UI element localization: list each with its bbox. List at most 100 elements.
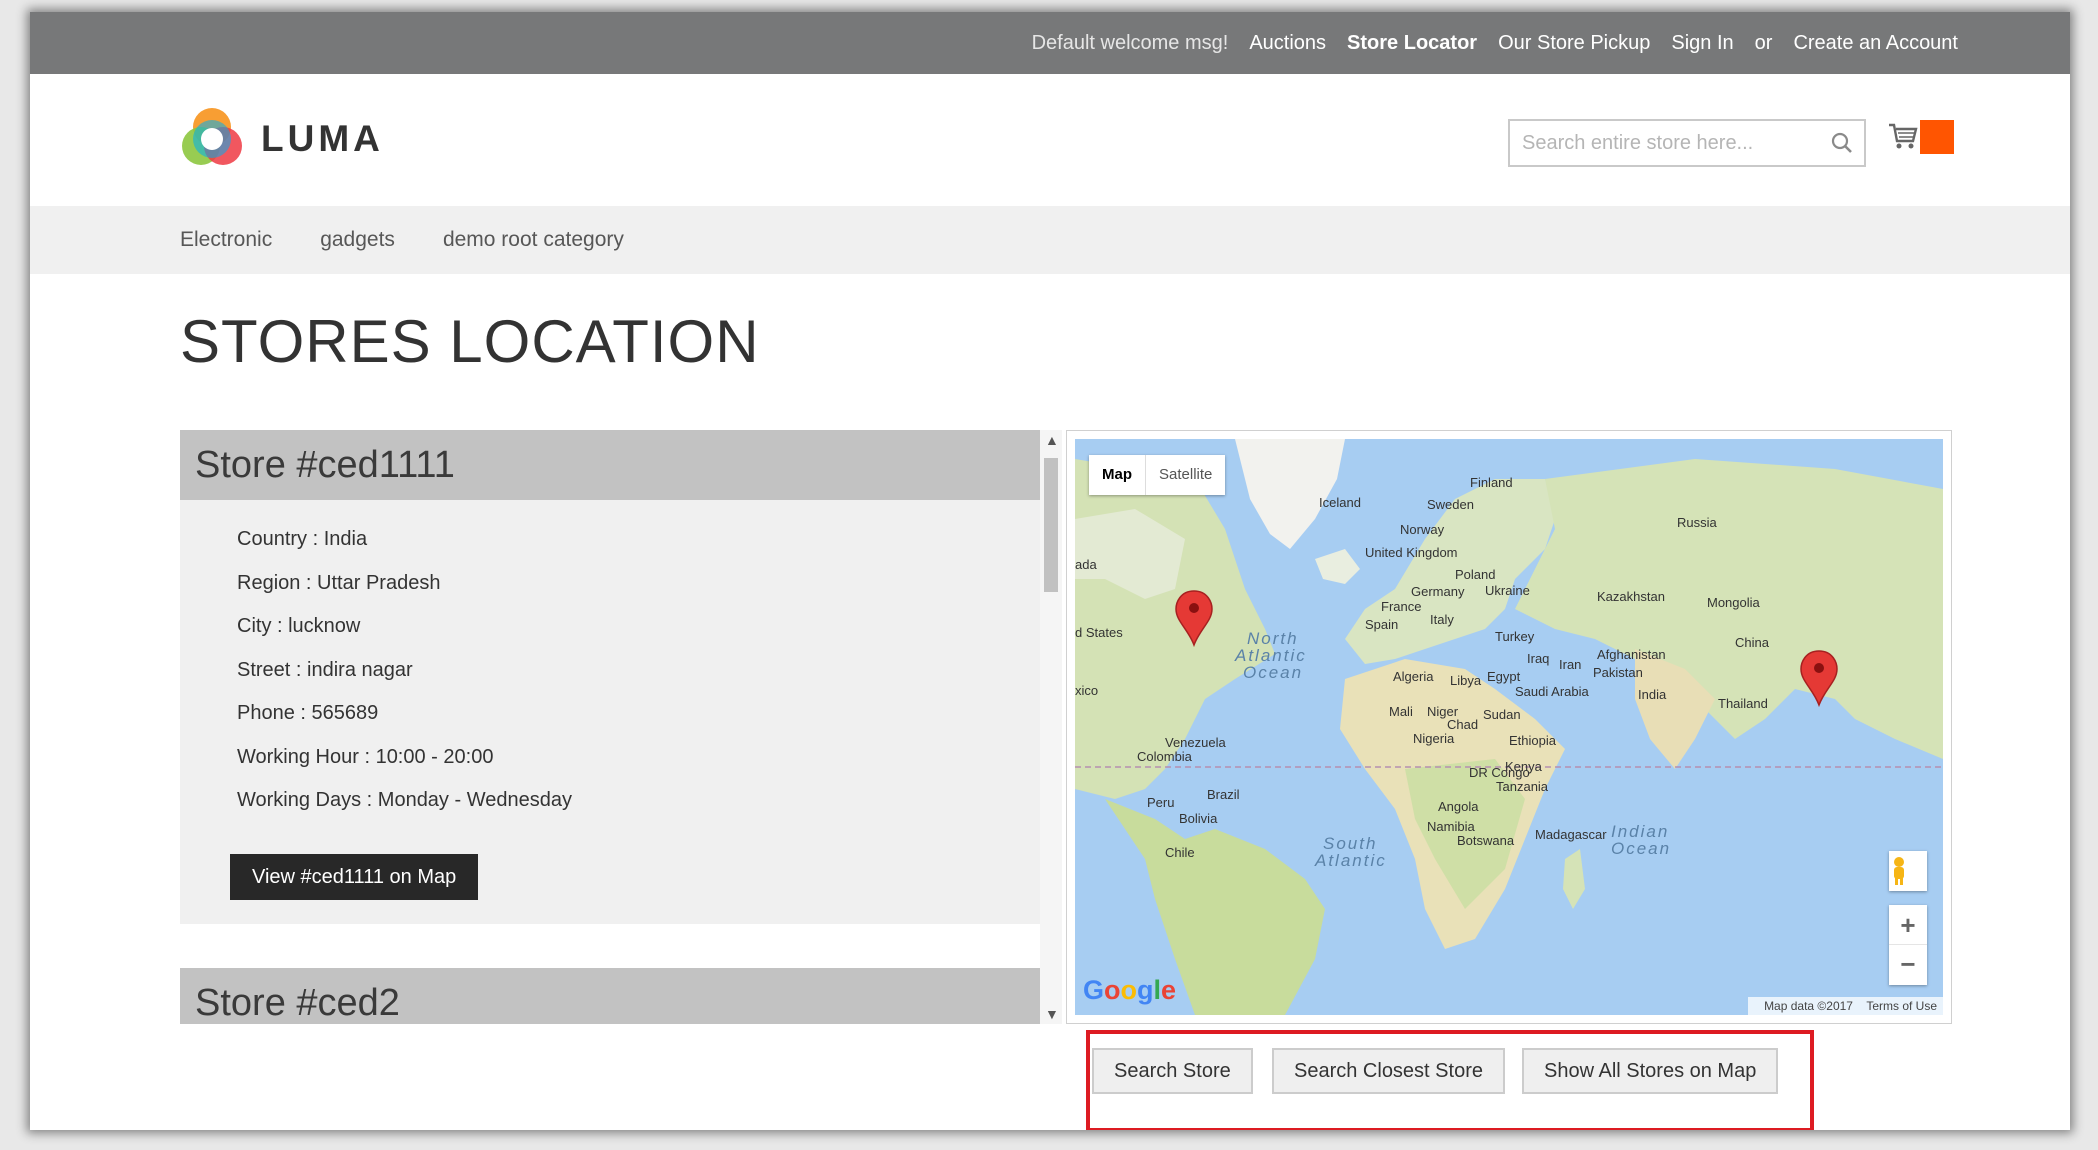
nav-item-gadgets[interactable]: gadgets [320,228,395,252]
nav-item-demo-root-category[interactable]: demo root category [443,228,624,252]
luma-logo-icon [182,108,242,165]
scroll-up-icon[interactable]: ▲ [1045,432,1059,448]
store-working-hour: Working Hour : 10:00 - 20:00 [237,745,494,768]
store-title: Store #ced2 [180,968,1040,1024]
google-map[interactable]: Finland Sweden Iceland Norway Russia Uni… [1075,439,1943,1015]
map-attribution: Map data ©2017 Terms of Use [1748,997,1943,1015]
map-label: Finland [1470,475,1513,490]
map-label: Iraq [1527,651,1549,666]
auctions-link[interactable]: Auctions [1249,32,1326,55]
zoom-control: + − [1889,905,1927,985]
map-label: Afghanistan [1597,647,1666,662]
map-label: Egypt [1487,669,1521,684]
map-label: Colombia [1137,749,1193,764]
search-closest-store-button[interactable]: Search Closest Store [1272,1048,1505,1094]
store-country: Country : India [237,528,368,550]
zoom-in-icon[interactable]: + [1889,905,1927,945]
store-title: Store #ced1111 [180,430,1040,500]
store-pickup-link[interactable]: Our Store Pickup [1498,32,1650,55]
store-list-scrollbar[interactable]: ▲ ▼ [1040,430,1062,1024]
google-logo[interactable]: Google [1083,975,1176,1006]
map-label: Chad [1447,717,1478,732]
cart-counter-badge[interactable] [1920,120,1954,154]
luma-logo[interactable]: LUMA [181,107,384,171]
map-label: Ethiopia [1509,733,1557,748]
map-label: Ukraine [1485,583,1530,598]
logo-text: LUMA [261,118,384,159]
map-ocean-label: Ocean [1243,663,1303,682]
top-links-bar: Default welcome msg! Auctions Store Loca… [30,12,2070,74]
map-label: Norway [1400,522,1445,537]
sign-in-link[interactable]: Sign In [1671,32,1733,55]
map-label: Sweden [1427,497,1474,512]
map-label: China [1735,635,1770,650]
map-label: Spain [1365,617,1398,632]
map-label: Turkey [1495,629,1535,644]
store-street: Street : indira nagar [237,658,413,681]
scroll-down-icon[interactable]: ▼ [1045,1006,1059,1022]
map-label: Thailand [1718,696,1768,711]
street-view-pegman-icon[interactable] [1889,851,1927,891]
map-type-satellite-button[interactable]: Satellite [1146,455,1225,495]
world-map-graphic: Finland Sweden Iceland Norway Russia Uni… [1075,439,1943,1015]
search-icon[interactable] [1830,131,1854,160]
scrollbar-thumb[interactable] [1044,458,1058,592]
store-locator-link[interactable]: Store Locator [1347,32,1477,55]
map-label: India [1638,687,1667,702]
map-label: Mongolia [1707,595,1761,610]
map-label: Peru [1147,795,1174,810]
terms-of-use-link[interactable]: Terms of Use [1866,999,1937,1013]
store-city: City : lucknow [237,615,361,637]
store-details: Country : India Region : Uttar Pradesh C… [180,500,1040,924]
cart-icon[interactable] [1887,120,1919,157]
map-ocean-label: Ocean [1611,839,1671,858]
map-type-control: Map Satellite [1089,455,1226,495]
map-label: Namibia [1427,819,1475,834]
map-label: Madagascar [1535,827,1607,842]
map-ocean-label: Atlantic [1314,851,1387,870]
map-label: ada [1075,557,1097,572]
map-label: Iran [1559,657,1581,672]
page-title: STORES LOCATION [180,308,760,375]
map-label: Saudi Arabia [1515,684,1589,699]
map-label: Brazil [1207,787,1240,802]
create-account-link[interactable]: Create an Account [1793,32,1958,55]
map-label: United Kingdom [1365,545,1458,560]
map-label: Kenya [1505,759,1543,774]
store-phone: Phone : 565689 [237,702,379,724]
map-label: Venezuela [1165,735,1226,750]
map-label: d States [1075,625,1123,640]
site-header: LUMA [30,74,2070,206]
map-label: Iceland [1319,495,1361,510]
map-label: Libya [1450,673,1482,688]
search-box[interactable] [1508,119,1866,167]
view-store-on-map-button[interactable]: View #ced1111 on Map [230,854,479,900]
map-label: Nigeria [1413,731,1455,746]
map-type-map-button[interactable]: Map [1089,455,1146,495]
map-label: France [1381,599,1421,614]
zoom-out-icon[interactable]: − [1889,945,1927,985]
map-label: Poland [1455,567,1495,582]
welcome-message: Default welcome msg! [1031,31,1229,54]
map-label: Angola [1438,799,1479,814]
nav-item-electronic[interactable]: Electronic [180,228,272,252]
map-label: Chile [1165,845,1195,860]
show-all-stores-button[interactable]: Show All Stores on Map [1522,1048,1779,1094]
search-store-button[interactable]: Search Store [1092,1048,1253,1094]
or-text: or [1754,31,1773,54]
map-label: Botswana [1457,833,1515,848]
map-container: Finland Sweden Iceland Norway Russia Uni… [1066,430,1952,1024]
search-input[interactable] [1510,121,1810,165]
category-nav: Electronic gadgets demo root category [30,206,2070,274]
map-label: Italy [1430,612,1454,627]
map-label: Tanzania [1496,779,1549,794]
browser-frame: Default welcome msg! Auctions Store Loca… [30,12,2070,1130]
map-label: Pakistan [1593,665,1643,680]
map-label: Kazakhstan [1597,589,1665,604]
store-list: Store #ced1111 Country : India Region : … [180,430,1040,1024]
map-label: Algeria [1393,669,1434,684]
store-working-days: Working Days : Monday - Wednesday [237,789,572,811]
store-region: Region : Uttar Pradesh [237,571,441,594]
map-label: Russia [1677,515,1718,530]
map-label: Germany [1411,584,1465,599]
